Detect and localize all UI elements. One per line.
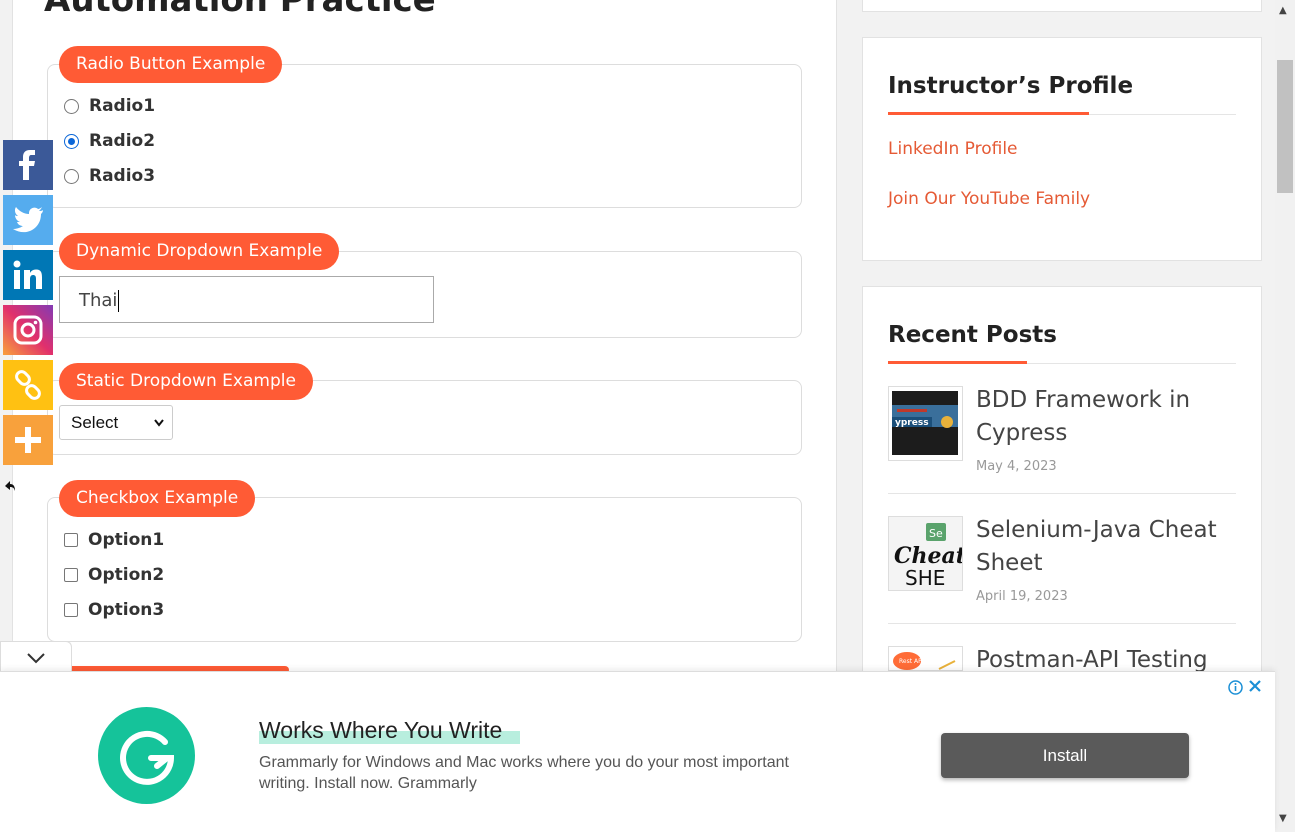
radio-option-1[interactable]: Radio1 <box>64 96 155 116</box>
page-title: Automation Practice <box>44 0 436 20</box>
checkbox-option-1[interactable]: Option1 <box>64 530 164 550</box>
post-title-postman[interactable]: Postman-API Testing for <box>976 644 1236 671</box>
checkbox-option-2[interactable]: Option2 <box>64 565 164 585</box>
radio3-button[interactable] <box>64 168 79 184</box>
static-dropdown-legend: Static Dropdown Example <box>59 363 313 400</box>
option1-checkbox[interactable] <box>64 533 78 547</box>
option2-checkbox[interactable] <box>64 568 78 582</box>
dynamic-dropdown-legend: Dynamic Dropdown Example <box>59 233 340 270</box>
grammarly-logo-icon[interactable] <box>98 707 195 804</box>
post-thumbnail-selenium[interactable]: Se Cheat SHE <box>888 516 966 591</box>
radio3-label: Radio3 <box>89 166 156 186</box>
hide-share-bar-icon[interactable] <box>4 480 16 496</box>
svg-text:Rest API: Rest API <box>899 658 924 665</box>
more-share-button[interactable] <box>3 415 53 465</box>
heading-accent-bar <box>888 112 1089 115</box>
twitter-share-button[interactable] <box>3 195 53 245</box>
svg-text:Se: Se <box>929 527 943 540</box>
instagram-share-button[interactable] <box>3 305 53 355</box>
autocomplete-value: Thai <box>79 290 118 311</box>
option3-label: Option3 <box>88 600 165 620</box>
radio1-button[interactable] <box>64 98 79 114</box>
scrollbar-thumb[interactable] <box>1277 60 1293 193</box>
checkbox-option-3[interactable]: Option3 <box>64 600 164 620</box>
post-date-selenium: April 19, 2023 <box>976 589 1068 604</box>
recent-posts-heading: Recent Posts <box>888 322 1057 348</box>
sidebar-top-card <box>862 0 1262 12</box>
ad-collapse-toggle[interactable] <box>0 641 72 673</box>
heading-accent-bar <box>888 361 1027 364</box>
chevron-down-icon <box>153 406 165 451</box>
ad-description[interactable]: Grammarly for Windows and Mac works wher… <box>259 752 839 794</box>
radio1-label: Radio1 <box>89 96 156 116</box>
checkbox-legend: Checkbox Example <box>59 480 256 517</box>
instagram-icon <box>13 315 43 345</box>
instructor-profile-heading: Instructor’s Profile <box>888 73 1134 99</box>
option1-label: Option1 <box>88 530 165 550</box>
text-caret <box>118 290 120 312</box>
linkedin-profile-link[interactable]: LinkedIn Profile <box>888 139 1018 159</box>
radio2-label: Radio2 <box>89 131 156 151</box>
twitter-icon <box>13 207 43 233</box>
static-dropdown-select[interactable]: Select <box>59 405 173 440</box>
chevron-down-icon <box>27 652 45 663</box>
post-date-bdd: May 4, 2023 <box>976 459 1057 474</box>
option3-checkbox[interactable] <box>64 603 78 617</box>
post-separator <box>888 493 1236 494</box>
post-title-bdd[interactable]: BDD Framework in Cypress <box>976 384 1236 450</box>
ad-close-icon[interactable] <box>1248 679 1262 698</box>
post-title-selenium[interactable]: Selenium-Java Cheat Sheet <box>976 514 1236 580</box>
social-share-bar <box>3 140 53 470</box>
facebook-share-button[interactable] <box>3 140 53 190</box>
link-icon <box>15 370 41 400</box>
svg-text:SHE: SHE <box>905 566 945 590</box>
option2-label: Option2 <box>88 565 165 585</box>
radio-legend: Radio Button Example <box>59 46 283 83</box>
radio2-button[interactable] <box>64 133 79 149</box>
scroll-up-arrow-icon[interactable]: ▲ <box>1279 5 1287 16</box>
post-separator <box>888 623 1236 624</box>
post-thumbnail-bdd[interactable]: ypress <box>888 386 963 461</box>
autocomplete-input[interactable]: Thai <box>59 276 434 323</box>
copy-link-share-button[interactable] <box>3 360 53 410</box>
facebook-icon <box>19 150 35 180</box>
ad-info-icon[interactable] <box>1228 680 1243 699</box>
ad-title[interactable]: Works Where You Write <box>259 717 502 744</box>
radio-option-3[interactable]: Radio3 <box>64 166 155 186</box>
linkedin-share-button[interactable] <box>3 250 53 300</box>
radio-fieldset <box>47 64 802 208</box>
linkedin-icon <box>13 260 42 289</box>
ad-install-button[interactable]: Install <box>941 733 1189 778</box>
radio-option-2[interactable]: Radio2 <box>64 131 155 151</box>
post-thumbnail-postman[interactable]: Rest API <box>888 646 963 671</box>
static-dropdown-value: Select <box>71 413 119 432</box>
youtube-family-link[interactable]: Join Our YouTube Family <box>888 189 1090 209</box>
scroll-down-arrow-icon[interactable]: ▼ <box>1279 813 1287 824</box>
svg-text:ypress: ypress <box>895 418 929 428</box>
plus-icon <box>15 427 41 453</box>
